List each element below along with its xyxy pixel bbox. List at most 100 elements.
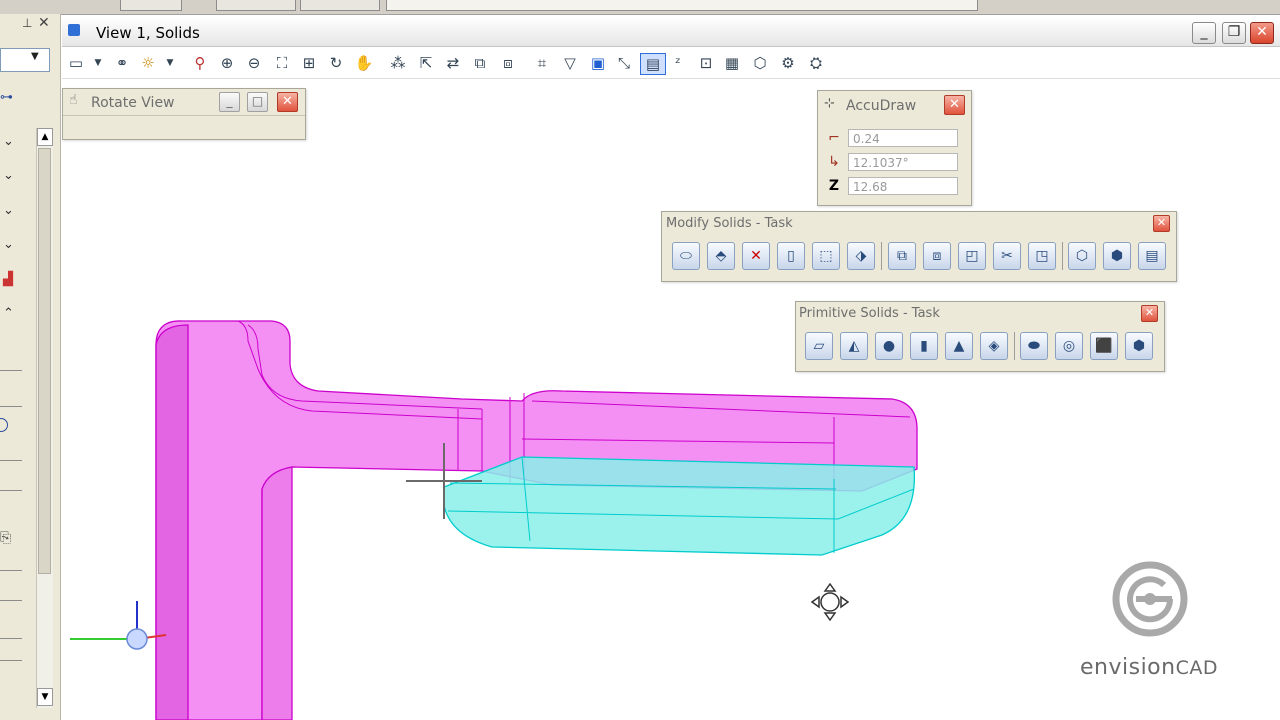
close-button[interactable]: ✕	[944, 95, 965, 115]
sphere-icon[interactable]: ●	[875, 332, 903, 360]
maximize-button[interactable]: □	[247, 92, 268, 112]
close-button[interactable]: ✕	[1141, 305, 1158, 322]
tool-group-expand[interactable]: ⌄	[0, 201, 26, 223]
view-window-titlebar[interactable]: View 1, Solids _ ❐ ✕	[62, 18, 1280, 47]
top-tool-button[interactable]	[216, 0, 296, 11]
blend-icon[interactable]: ⬡	[1068, 242, 1096, 270]
delete-face-icon[interactable]: ✕	[742, 242, 770, 270]
chevron-down-icon[interactable]: ▼	[160, 53, 180, 73]
cube-icon[interactable]: ⬡	[750, 53, 770, 73]
scroll-thumb[interactable]	[38, 148, 51, 574]
tool-group-collapse[interactable]: ⌃	[0, 304, 26, 326]
copy-view-icon[interactable]: ⧉	[470, 53, 490, 73]
construct-fillet-icon[interactable]: ◳	[1028, 242, 1056, 270]
view-window-icon	[68, 24, 80, 36]
zoom-out-icon[interactable]: ⊖	[244, 53, 264, 73]
scroll-up-arrow[interactable]: ▲	[37, 128, 53, 146]
distance-field[interactable]: 0.24	[848, 129, 958, 147]
brush-icon[interactable]: ⚲	[190, 53, 210, 73]
close-button[interactable]: ✕	[1153, 215, 1170, 232]
update-view-icon[interactable]: ▭	[66, 53, 86, 73]
zoom-in-icon[interactable]: ⊕	[217, 53, 237, 73]
solids-icon[interactable]: ▦	[722, 53, 742, 73]
pan-view-icon[interactable]: ✋	[354, 53, 374, 73]
restore-button[interactable]: ❐	[1222, 22, 1246, 44]
accudraw-icon: ⊹	[824, 96, 835, 111]
tool-group-expand[interactable]: ⌄	[0, 235, 26, 257]
view-canvas[interactable]: envisionCAD	[62, 79, 1274, 720]
lock-icon[interactable]: ⊡	[696, 53, 716, 73]
torus-icon[interactable]: ◎	[1055, 332, 1083, 360]
close-button[interactable]: ✕	[1250, 22, 1274, 44]
display-rules-icon[interactable]: ▽	[560, 53, 580, 73]
circle-tool-icon[interactable]	[0, 418, 8, 432]
wedge-icon[interactable]: ◭	[840, 332, 868, 360]
extrude-face-icon[interactable]: ⬭	[672, 242, 700, 270]
box-icon[interactable]: ⬛	[1090, 332, 1118, 360]
torus-wedge-icon[interactable]: ◈	[980, 332, 1008, 360]
rotate-view-icon[interactable]: ↻	[326, 53, 346, 73]
render-icon[interactable]: ⤡	[614, 53, 634, 73]
tool-group-expand[interactable]: ⌄	[0, 166, 26, 188]
thicken-icon[interactable]: ⬚	[812, 242, 840, 270]
modify-solids-titlebar[interactable]: Modify Solids - Task ✕	[662, 212, 1176, 234]
cut-solid-icon[interactable]: ⬗	[847, 242, 875, 270]
subtract-icon[interactable]: ◰	[958, 242, 986, 270]
modify-edge-icon[interactable]: ⬘	[707, 242, 735, 270]
window-area-icon[interactable]: ⛶	[272, 53, 292, 73]
settings-icon[interactable]: ⛭	[806, 53, 826, 73]
slab-icon[interactable]: ▱	[805, 332, 833, 360]
polyhedron-icon[interactable]: ⬢	[1125, 332, 1153, 360]
left-tool-panel: ⊥ ✕ ▼ ⊶ ▲ ▼ ⌄ ⌄ ⌄ ⌄ ▟ ⌃ ⎘	[0, 14, 61, 720]
chamfer-icon[interactable]: ⬢	[1103, 242, 1131, 270]
cut-by-curves-icon[interactable]: ✂	[993, 242, 1021, 270]
scroll-down-arrow[interactable]: ▼	[37, 688, 53, 706]
ellipsoid-icon[interactable]: ⬬	[1020, 332, 1048, 360]
camera-icon[interactable]: ▣	[588, 53, 608, 73]
view-rotation-icon[interactable]: ▤	[640, 53, 666, 75]
tool-group-expand[interactable]: ⌄	[0, 132, 26, 154]
close-button[interactable]: ✕	[277, 92, 298, 112]
clip-mask-icon[interactable]: ⌗	[532, 53, 552, 73]
analyze-icon[interactable]: ⚙	[778, 53, 798, 73]
angle-field[interactable]: 12.1037°	[848, 153, 958, 171]
chevron-down-icon: ▼	[31, 51, 39, 62]
z-depth-icon[interactable]: ᶻ	[668, 53, 688, 73]
pin-icon[interactable]: ⊥	[22, 16, 32, 30]
left-scrollbar[interactable]: ▲ ▼	[36, 128, 53, 708]
rotate-view-titlebar[interactable]: ☝ Rotate View _ □ ✕	[63, 89, 305, 116]
top-tool-group[interactable]	[386, 0, 978, 11]
tool-group-chart[interactable]: ▟	[0, 270, 26, 292]
unite-icon[interactable]: ⧉	[888, 242, 916, 270]
fit-view-icon[interactable]: ⊞	[299, 53, 319, 73]
top-tool-button[interactable]	[300, 0, 380, 11]
cell-tool-icon[interactable]: ⎘	[0, 530, 11, 546]
top-tool-button[interactable]	[120, 0, 182, 11]
cone-icon[interactable]: ▲	[945, 332, 973, 360]
accudraw-titlebar[interactable]: ⊹ AccuDraw ✕	[818, 91, 971, 119]
move-cursor-icon	[810, 582, 850, 622]
clip-volume-icon[interactable]: ⧈	[498, 53, 518, 73]
view-previous-icon[interactable]: ⇱	[416, 53, 436, 73]
divider	[1062, 242, 1063, 270]
primitive-solids-titlebar[interactable]: Primitive Solids - Task ✕	[796, 302, 1164, 324]
accudraw-title: AccuDraw	[846, 98, 917, 114]
minimize-button[interactable]: _	[1192, 22, 1216, 44]
cylinder-icon[interactable]: ▮	[910, 332, 938, 360]
level-dropdown[interactable]: ▼	[0, 48, 50, 72]
shell-solid-icon[interactable]: ▯	[777, 242, 805, 270]
display-style-icon[interactable]: ☼	[138, 53, 158, 73]
divider	[881, 242, 882, 270]
close-icon[interactable]: ✕	[38, 15, 50, 31]
chevron-down-icon[interactable]: ▼	[88, 53, 108, 73]
view-attributes-icon[interactable]: ⚭	[112, 53, 132, 73]
element-selection-icon[interactable]: ⊶	[0, 90, 13, 105]
hand-icon: ☝	[69, 92, 78, 108]
view-next-icon[interactable]: ⇄	[443, 53, 463, 73]
intersect-icon[interactable]: ⧈	[923, 242, 951, 270]
walk-icon[interactable]: ⁂	[388, 53, 408, 73]
minimize-button[interactable]: _	[219, 92, 240, 112]
z-field[interactable]: 12.68	[848, 177, 958, 195]
imprint-icon[interactable]: ▤	[1138, 242, 1166, 270]
view-toolbar: ▭ ▼ ⚭ ☼ ▼ ⚲ ⊕ ⊖ ⛶ ⊞ ↻ ✋ ⁂ ⇱ ⇄ ⧉ ⧈ ⌗ ▽ ▣ …	[62, 48, 1280, 79]
